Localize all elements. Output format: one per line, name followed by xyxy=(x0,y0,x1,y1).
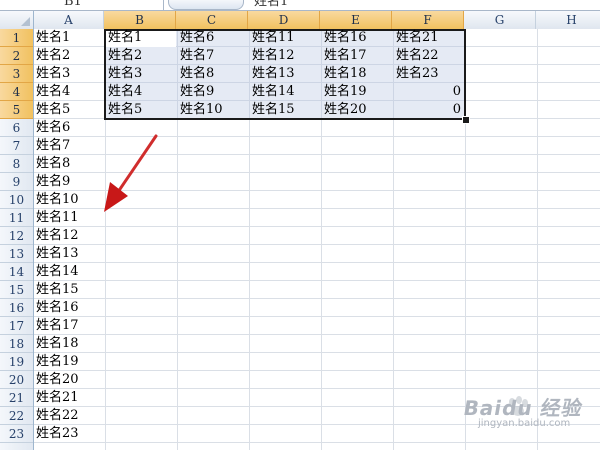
cell-a7[interactable]: 姓名7 xyxy=(34,137,104,155)
row-header-11[interactable]: 11 xyxy=(0,209,33,227)
cell-c3[interactable]: 姓名8 xyxy=(178,65,248,83)
cell-b4[interactable]: 姓名4 xyxy=(106,83,176,101)
cell-f1[interactable]: 姓名21 xyxy=(394,29,464,47)
cell-a6[interactable]: 姓名6 xyxy=(34,119,104,137)
cell-e1[interactable]: 姓名16 xyxy=(322,29,392,47)
cell-f3[interactable]: 姓名23 xyxy=(394,65,464,83)
row-header-4[interactable]: 4 xyxy=(0,83,33,101)
name-box[interactable]: B1 xyxy=(0,0,164,10)
row-header-12[interactable]: 12 xyxy=(0,227,33,245)
column-header-f[interactable]: F xyxy=(392,11,464,29)
cell-b2[interactable]: 姓名2 xyxy=(106,47,176,65)
cell-f5[interactable]: 0 xyxy=(394,101,464,119)
column-header-e[interactable]: E xyxy=(320,11,392,29)
row-header-3[interactable]: 3 xyxy=(0,65,33,83)
cell-d2[interactable]: 姓名12 xyxy=(250,47,320,65)
red-arrow-annotation xyxy=(104,134,158,212)
row-header-14[interactable]: 14 xyxy=(0,263,33,281)
cell-d1[interactable]: 姓名11 xyxy=(250,29,320,47)
cell-c1[interactable]: 姓名6 xyxy=(178,29,248,47)
cell-f2[interactable]: 姓名22 xyxy=(394,47,464,65)
row-header-21[interactable]: 21 xyxy=(0,389,33,407)
row-header-19[interactable]: 19 xyxy=(0,353,33,371)
cell-a9[interactable]: 姓名9 xyxy=(34,173,104,191)
column-header-g[interactable]: G xyxy=(464,11,536,29)
row-header-bar: 1 2 3 4 5 6 7 8 9 10 11 12 13 14 15 16 17 18 19 20 21 22 23 xyxy=(0,29,34,450)
cell-a14[interactable]: 姓名14 xyxy=(34,263,104,281)
column-header-bar: ABCDEFGH xyxy=(0,11,600,30)
worksheet-grid[interactable]: 姓名1 姓名2 姓名3 姓名4 姓名5 姓名6 姓名7 姓名8 姓名9 姓名10 姓名11 姓名12 姓… xyxy=(34,29,600,450)
cell-a16[interactable]: 姓名16 xyxy=(34,299,104,317)
cell-b5[interactable]: 姓名5 xyxy=(106,101,176,119)
cell-a8[interactable]: 姓名8 xyxy=(34,155,104,173)
watermark-brand: Baidu 经验 xyxy=(461,396,585,420)
row-header-18[interactable]: 18 xyxy=(0,335,33,353)
cell-a20[interactable]: 姓名20 xyxy=(34,371,104,389)
cell-a1[interactable]: 姓名1 xyxy=(34,29,104,47)
select-all-button[interactable] xyxy=(0,11,34,29)
column-header-b[interactable]: B xyxy=(104,11,176,29)
cell-e2[interactable]: 姓名17 xyxy=(322,47,392,65)
row-header-22[interactable]: 22 xyxy=(0,407,33,425)
cell-a3[interactable]: 姓名3 xyxy=(34,65,104,83)
column-header-d[interactable]: D xyxy=(248,11,320,29)
row-header-17[interactable]: 17 xyxy=(0,317,33,335)
cell-d5[interactable]: 姓名15 xyxy=(250,101,320,119)
column-header-a[interactable]: A xyxy=(34,11,104,29)
cell-e5[interactable]: 姓名20 xyxy=(322,101,392,119)
cell-a5[interactable]: 姓名5 xyxy=(34,101,104,119)
cell-a4[interactable]: 姓名4 xyxy=(34,83,104,101)
cell-a18[interactable]: 姓名18 xyxy=(34,335,104,353)
row-header-5[interactable]: 5 xyxy=(0,101,33,119)
column-header-h[interactable]: H xyxy=(536,11,600,29)
cell-c5[interactable]: 姓名10 xyxy=(178,101,248,119)
row-header-15[interactable]: 15 xyxy=(0,281,33,299)
row-header-20[interactable]: 20 xyxy=(0,371,33,389)
cell-a17[interactable]: 姓名17 xyxy=(34,317,104,335)
formula-input[interactable]: 姓名1 xyxy=(246,0,600,10)
cell-b3[interactable]: 姓名3 xyxy=(106,65,176,83)
cell-a11[interactable]: 姓名11 xyxy=(34,209,104,227)
row-header-1[interactable]: 1 xyxy=(0,29,33,47)
cell-f4[interactable]: 0 xyxy=(394,83,464,101)
cell-a12[interactable]: 姓名12 xyxy=(34,227,104,245)
row-header-8[interactable]: 8 xyxy=(0,155,33,173)
cell-b1[interactable]: 姓名1 xyxy=(106,29,176,47)
cell-a19[interactable]: 姓名19 xyxy=(34,353,104,371)
row-header-16[interactable]: 16 xyxy=(0,299,33,317)
cell-a13[interactable]: 姓名13 xyxy=(34,245,104,263)
cell-e3[interactable]: 姓名18 xyxy=(322,65,392,83)
cell-e4[interactable]: 姓名19 xyxy=(322,83,392,101)
row-header-2[interactable]: 2 xyxy=(0,47,33,65)
cell-a21[interactable]: 姓名21 xyxy=(34,389,104,407)
row-header-10[interactable]: 10 xyxy=(0,191,33,209)
row-header-7[interactable]: 7 xyxy=(0,137,33,155)
cell-d3[interactable]: 姓名13 xyxy=(250,65,320,83)
formula-bar: B1 姓名1 xyxy=(0,0,600,11)
cell-d4[interactable]: 姓名14 xyxy=(250,83,320,101)
cell-a15[interactable]: 姓名15 xyxy=(34,281,104,299)
column-header-c[interactable]: C xyxy=(176,11,248,29)
fx-button[interactable] xyxy=(168,0,244,10)
row-header-9[interactable]: 9 xyxy=(0,173,33,191)
cell-a23[interactable]: 姓名23 xyxy=(34,425,104,443)
cell-c4[interactable]: 姓名9 xyxy=(178,83,248,101)
cell-a10[interactable]: 姓名10 xyxy=(34,191,104,209)
row-header-13[interactable]: 13 xyxy=(0,245,33,263)
cell-c2[interactable]: 姓名7 xyxy=(178,47,248,65)
cell-a2[interactable]: 姓名2 xyxy=(34,47,104,65)
row-header-23[interactable]: 23 xyxy=(0,425,33,443)
cell-a22[interactable]: 姓名22 xyxy=(34,407,104,425)
row-header-6[interactable]: 6 xyxy=(0,119,33,137)
watermark-url: jingyan.baidu.com xyxy=(478,418,571,429)
